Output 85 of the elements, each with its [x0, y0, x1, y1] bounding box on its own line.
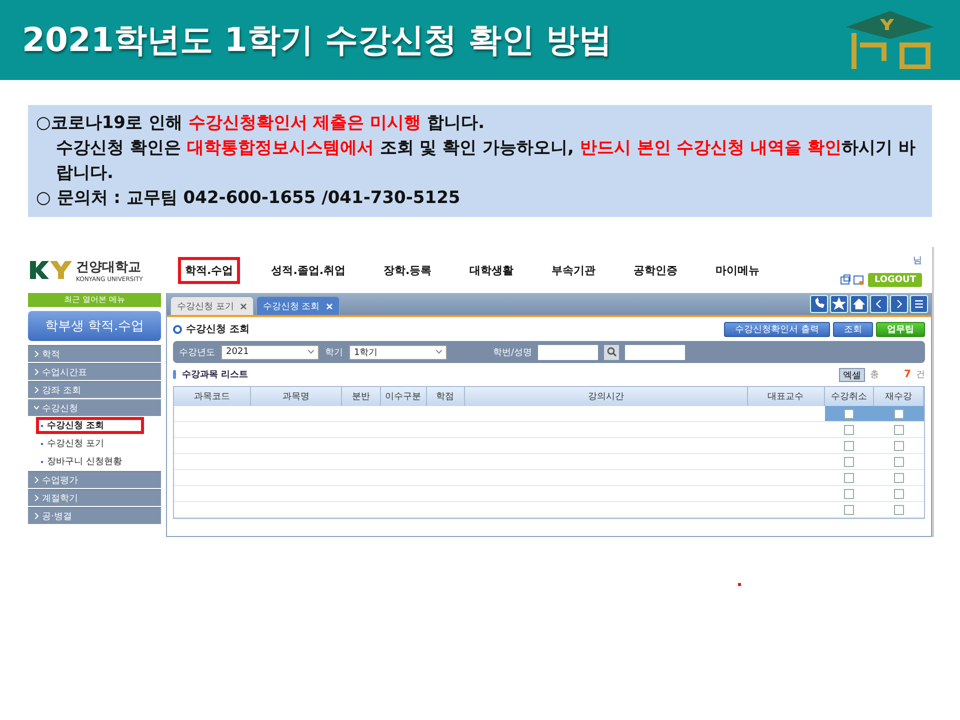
close-icon[interactable]	[240, 302, 247, 310]
previous-icon[interactable]	[870, 295, 888, 313]
count-value: 7	[904, 369, 911, 380]
sidebar-item[interactable]: 강좌 조회	[28, 381, 161, 398]
checkbox[interactable]	[844, 424, 854, 434]
chevron-icon	[34, 387, 39, 393]
home-icon[interactable]	[850, 295, 868, 313]
column-header: 강의시간	[464, 387, 748, 406]
checkbox[interactable]	[844, 488, 854, 498]
university-name: 건양대학교	[76, 258, 142, 276]
chevron-icon	[34, 351, 39, 357]
tab[interactable]: 수강신청 포기	[170, 296, 254, 315]
excel-button[interactable]: 엑셀	[839, 368, 866, 382]
search-icon[interactable]	[604, 344, 620, 360]
filter-label: 학번/성명	[493, 346, 532, 358]
filter-label: 수강년도	[179, 346, 215, 358]
column-header: 분반	[342, 387, 381, 406]
bullet-circle-icon	[173, 324, 182, 334]
column-header: 이수구분	[380, 387, 427, 406]
checkbox[interactable]	[894, 472, 904, 482]
action-button[interactable]: 수강신청확인서 출력	[724, 322, 830, 336]
nav-link[interactable]: 장학.등록	[376, 256, 439, 284]
filter-label: 학기	[325, 346, 343, 358]
dropdown-caret-icon	[436, 350, 442, 354]
checkbox[interactable]	[894, 440, 904, 450]
user-suffix: 님	[913, 254, 922, 266]
sidebar-subitem[interactable]: 수강신청 조회	[36, 417, 144, 434]
nav-link[interactable]: 대학생활	[462, 256, 521, 284]
select-field[interactable]: 1학기	[349, 344, 447, 360]
column-header: 수강취소	[824, 387, 874, 406]
count-unit: 건	[916, 369, 925, 381]
action-button[interactable]: 조회	[833, 322, 873, 336]
column-header: 과목명	[250, 387, 342, 406]
notice-text: 수강신청 확인은 대학통합정보시스템에서 조회 및 확인 가능하오니, 반드시 본인 수강신청 내역을 확인하시기 바랍니다.	[55, 137, 917, 185]
list-title: 수강과목 리스트	[182, 369, 248, 381]
sidebar-item[interactable]: 수강신청	[28, 399, 161, 416]
input-field[interactable]	[625, 344, 686, 360]
page-title: 수강신청 조회	[186, 323, 250, 336]
checkbox[interactable]	[894, 408, 904, 418]
menu-icon[interactable]	[910, 295, 928, 313]
next-icon[interactable]	[890, 295, 908, 313]
sidebar-item[interactable]: 계절학기	[28, 489, 161, 506]
slide-title: 2021학년도 1학기 수강신청 확인 방법	[22, 18, 612, 60]
chevron-icon	[34, 405, 39, 411]
column-header: 대표교수	[748, 387, 824, 406]
checkbox[interactable]	[894, 424, 904, 434]
tab[interactable]: 수강신청 조회	[256, 296, 340, 315]
sidebar-subitem[interactable]: 수강신청 포기	[36, 435, 161, 452]
sidebar-subitem[interactable]: 장바구니 신청현황	[36, 453, 161, 470]
checkbox[interactable]	[894, 488, 904, 498]
checkbox[interactable]	[844, 472, 854, 482]
nav-link[interactable]: 부속기관	[544, 256, 603, 284]
checkbox[interactable]	[844, 408, 854, 418]
checkbox[interactable]	[844, 456, 854, 466]
nav-link[interactable]: 성적.졸업.취업	[264, 256, 353, 284]
column-header: 학점	[426, 387, 465, 406]
column-header: 과목코드	[174, 387, 251, 406]
checkbox[interactable]	[844, 440, 854, 450]
sidebar-heading-button[interactable]: 학부생 학적.수업	[28, 311, 161, 341]
dropdown-caret-icon	[308, 350, 314, 354]
sidebar-item[interactable]: 학적	[28, 345, 161, 362]
bullet-bar-icon	[173, 370, 177, 379]
windows-icon[interactable]	[840, 274, 864, 286]
checkbox[interactable]	[894, 504, 904, 514]
chevron-icon	[34, 369, 39, 375]
sidebar-item[interactable]: 수업평가	[28, 471, 161, 488]
nav-link[interactable]: 공학인증	[626, 256, 685, 284]
sidebar-item[interactable]: 수업시간표	[28, 363, 161, 380]
chevron-icon	[34, 495, 39, 501]
star-icon[interactable]	[830, 295, 848, 313]
nav-link[interactable]: 학적.수업	[178, 256, 240, 284]
column-header: 재수강	[874, 387, 924, 406]
chevron-icon	[34, 513, 39, 519]
notice-text: ○코로나19로 인해 수강신청확인서 제출은 미시행 합니다.	[36, 112, 486, 135]
total-label: 총	[870, 369, 880, 381]
sidebar-item[interactable]: 공·병결	[28, 507, 161, 524]
notice-text: ○ 문의처 : 교무팀 042-600-1655 /041-730-5125	[36, 187, 462, 210]
chevron-icon	[34, 477, 39, 483]
input-field[interactable]	[538, 344, 598, 360]
select-field[interactable]: 2021	[221, 344, 319, 360]
checkbox[interactable]	[894, 456, 904, 466]
university-logo-icon	[30, 261, 72, 279]
checkbox[interactable]	[844, 504, 854, 514]
phone-icon[interactable]	[810, 295, 828, 313]
nav-link[interactable]: 마이메뉴	[708, 256, 767, 284]
